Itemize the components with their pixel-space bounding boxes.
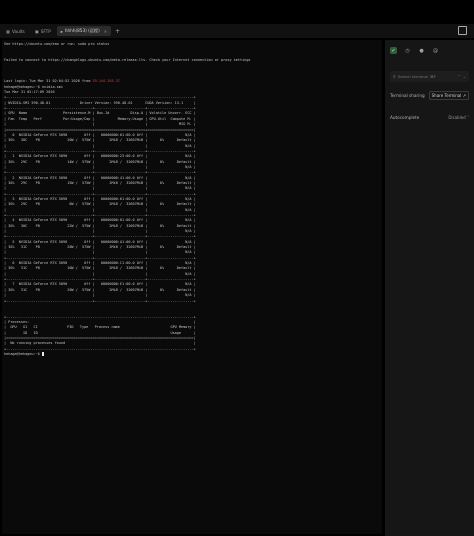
- side-panel: ✔ ◷ ● @ ⚲ Search terminal ⌘F ⌃ ⌄ Termina…: [385, 40, 474, 536]
- terminal-line: | GPU GI CI PID Type Process name GPU Me…: [4, 325, 196, 330]
- terminal-line: | 30% 30C P8 22W / 575W | 2MiB / 32607Mi…: [4, 223, 196, 228]
- terminal-line: | 30% 29C P8 6W / 575W | 2MiB / 32607MiB…: [4, 202, 196, 207]
- sftp-icon: ▣: [34, 28, 39, 34]
- terminal-output: See https://ubuntu.com/esm or run: sudo …: [2, 40, 382, 357]
- terminal-sharing-label: Terminal sharing: [390, 93, 425, 98]
- search-placeholder: Search terminal: [397, 74, 428, 79]
- terminal-line: +---------------------------------------…: [4, 234, 196, 239]
- terminal-line: | 30% 31C P8 20W / 575W | 2MiB / 32607Mi…: [4, 287, 196, 292]
- terminal-line: | 5 NVIDIA GeForce RTX 5090 Off | 000000…: [4, 239, 196, 244]
- terminal-line: | | | MIG M. |: [4, 122, 196, 127]
- terminal-line: | Processes: |: [4, 319, 196, 324]
- terminal-line: | 30% 31C P8 10W / 575W | 2MiB / 32607Mi…: [4, 266, 196, 271]
- settings-icon[interactable]: @: [432, 47, 439, 54]
- share-terminal-button[interactable]: Share Terminal ↗: [428, 91, 469, 100]
- terminal-line: | | | N/A |: [4, 164, 196, 169]
- panel-toolbar: ✔ ◷ ● @: [385, 40, 474, 61]
- terminal-line: | Fan Temp Perf Pwr:Usage/Cap | Memory-U…: [4, 116, 196, 121]
- terminal-line: | 2 NVIDIA GeForce RTX 5090 Off | 000000…: [4, 175, 196, 180]
- autocomplete-row: Autocomplete Disabled ˅: [385, 115, 474, 120]
- close-icon[interactable]: ✕: [104, 29, 107, 34]
- terminal-line: | No running processes found |: [4, 341, 196, 346]
- terminal-line: | | | N/A |: [4, 229, 196, 234]
- terminal-line: | 4 NVIDIA GeForce RTX 5090 Off | 000000…: [4, 218, 196, 223]
- search-shortcut: ⌘F: [429, 74, 436, 79]
- terminal-line: Tue Mar 31 02:17:09 2026: [4, 90, 55, 95]
- terminal-line: | GPU Name Persistence-M | Bus-Id Disp.A…: [4, 111, 196, 116]
- terminal-line: |=======================================…: [4, 127, 196, 132]
- terminal-sharing-row: Terminal sharing Share Terminal ↗: [385, 91, 474, 100]
- terminal-line: hehage@hehageu:~$: [4, 351, 44, 357]
- terminal-line: | | | N/A |: [4, 271, 196, 276]
- window-layout-icon[interactable]: [458, 26, 467, 35]
- tab-terminal[interactable]: ▸ hhhh(853) (远程) ✕: [56, 26, 112, 36]
- terminal-line: Failed to connect to https://changelogs.…: [4, 58, 251, 63]
- terminal-line: +---------------------------------------…: [4, 255, 196, 260]
- terminal-line: | ID ID Usage |: [4, 330, 196, 335]
- terminal-line: See https://ubuntu.com/esm or run: sudo …: [4, 42, 110, 46]
- terminal-line: | 0 NVIDIA GeForce RTX 5090 Off | 000000…: [4, 132, 196, 137]
- share-icon: ↗: [462, 93, 466, 98]
- tab-sftp[interactable]: ▣ SFTP: [31, 26, 55, 36]
- terminal-line: | 30% 29C P8 15W / 575W | 2MiB / 32607Mi…: [4, 180, 196, 185]
- tab-bar: ▦ Vaults ▣ SFTP ▸ hhhh(853) (远程) ✕ +: [0, 24, 474, 38]
- terminal-line: +---------------------------------------…: [4, 191, 196, 196]
- autocomplete-dropdown[interactable]: Disabled ˅: [448, 115, 469, 120]
- terminal-line: +---------------------------------------…: [4, 277, 196, 282]
- terminal-line: | NVIDIA-SMI 590.48.01 Driver Version: 5…: [4, 100, 196, 105]
- tab-label: Vaults: [11, 28, 25, 34]
- terminal-line: | 7 NVIDIA GeForce RTX 5090 Off | 000000…: [4, 282, 196, 287]
- terminal-cursor: [41, 351, 44, 357]
- tab-label: SFTP: [40, 28, 51, 34]
- terminal-line: +---------------------------------------…: [4, 106, 196, 111]
- terminal-line: +---------------------------------------…: [4, 314, 196, 319]
- terminal-line: +---------------------------------------…: [4, 95, 196, 100]
- terminal-line: +---------------------------------------…: [4, 170, 196, 175]
- terminal-line: Last login: Tue Mar 31 02:04:52 2026 fro…: [4, 79, 120, 84]
- terminal-line: +---------------------------------------…: [4, 298, 196, 303]
- tab-label: hhhh(853) (远程): [64, 28, 100, 33]
- terminal-line: | | | N/A |: [4, 293, 196, 298]
- terminal-line: | | | N/A |: [4, 250, 196, 255]
- chevron-down-icon: ˅: [467, 115, 469, 120]
- autocomplete-label: Autocomplete: [390, 115, 420, 120]
- search-icon: ⚲: [393, 74, 396, 79]
- chevron-up-icon[interactable]: ⌃: [458, 74, 461, 79]
- terminal-line: +---------------------------------------…: [4, 213, 196, 217]
- tab-vaults[interactable]: ▦ Vaults: [2, 26, 29, 36]
- terminal-line: | 6 NVIDIA GeForce RTX 5090 Off | 000000…: [4, 261, 196, 266]
- terminal-line: | 30% 31C P8 20W / 575W | 2MiB / 32607Mi…: [4, 245, 196, 250]
- chevron-down-icon[interactable]: ⌄: [463, 74, 466, 79]
- terminal-line: | 3 NVIDIA GeForce RTX 5090 Off | 000000…: [4, 196, 196, 201]
- terminal-line: | 1 NVIDIA GeForce RTX 5090 Off | 000000…: [4, 154, 196, 159]
- new-tab-button[interactable]: +: [115, 28, 120, 35]
- terminal-line: hehage@hehageu:~$ nvidia-smi: [4, 84, 64, 89]
- terminal-line: | | | N/A |: [4, 207, 196, 212]
- terminal-line: |=======================================…: [4, 335, 196, 340]
- terminal-view[interactable]: See https://ubuntu.com/esm or run: sudo …: [2, 40, 382, 534]
- terminal-icon: ▸: [60, 28, 63, 34]
- snippet-icon[interactable]: ✔: [390, 47, 397, 54]
- terminal-line: | 30% 29C P8 14W / 575W | 2MiB / 32607Mi…: [4, 159, 196, 164]
- ip-address: 39.144.203.37: [92, 79, 120, 84]
- palette-icon[interactable]: ●: [418, 47, 425, 54]
- vault-icon: ▦: [6, 28, 10, 34]
- terminal-line: | 30% 30C P8 20W / 575W | 2MiB / 32607Mi…: [4, 138, 196, 143]
- terminal-line: | | | N/A |: [4, 186, 196, 191]
- terminal-line: +---------------------------------------…: [4, 148, 196, 153]
- terminal-line: | | | N/A |: [4, 143, 196, 148]
- clock-icon[interactable]: ◷: [404, 47, 411, 54]
- window-top-bar: [0, 0, 474, 24]
- search-terminal-input[interactable]: ⚲ Search terminal ⌘F ⌃ ⌄: [390, 71, 469, 82]
- terminal-line: +---------------------------------------…: [4, 346, 196, 351]
